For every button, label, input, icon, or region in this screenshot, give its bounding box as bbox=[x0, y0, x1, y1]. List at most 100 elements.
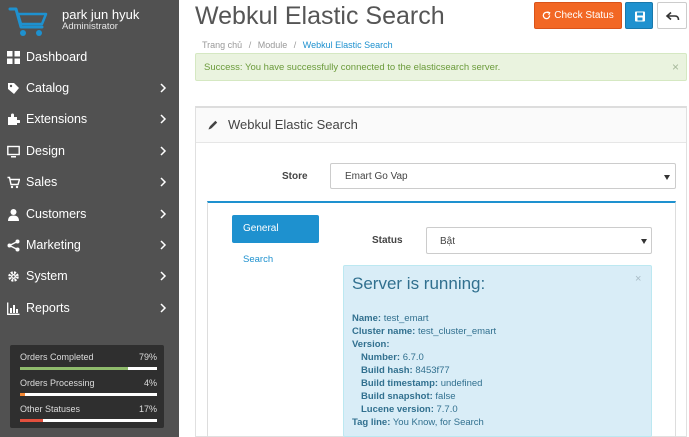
nav-item-design[interactable]: Design bbox=[0, 136, 179, 167]
server-info-alert: Server is running: × Name: test_emart Cl… bbox=[343, 265, 652, 437]
info-value: You Know, for Search bbox=[392, 417, 484, 428]
status-label: Status bbox=[372, 235, 403, 246]
stat-progress-track bbox=[20, 393, 157, 396]
caret-down-icon bbox=[641, 239, 647, 244]
info-key: Build snapshot: bbox=[361, 391, 433, 402]
check-status-button[interactable]: Check Status bbox=[534, 2, 622, 29]
stat-value: 4% bbox=[143, 378, 157, 388]
info-value: 7.7.0 bbox=[436, 404, 458, 415]
nav-label-catalog: Catalog bbox=[26, 81, 70, 95]
info-key: Tag line: bbox=[352, 417, 391, 428]
reply-icon bbox=[665, 11, 680, 21]
nav-label-reports: Reports bbox=[26, 301, 70, 315]
caret-down-icon bbox=[664, 175, 670, 180]
info-key: Build timestamp: bbox=[361, 378, 439, 389]
nav-label-system: System bbox=[26, 269, 68, 283]
stat-progress-fill bbox=[20, 419, 44, 422]
stat-label: Other Statuses bbox=[20, 404, 81, 414]
nav-item-sales[interactable]: Sales bbox=[0, 167, 179, 198]
page-title: Webkul Elastic Search bbox=[195, 2, 445, 30]
cart-logo-icon bbox=[8, 7, 48, 36]
info-snapshot-row: Build snapshot: false bbox=[361, 391, 456, 402]
stat-label: Orders Processing bbox=[20, 378, 95, 388]
close-icon[interactable]: × bbox=[635, 273, 641, 285]
chevron-right-icon bbox=[160, 240, 167, 250]
stat-label: Orders Completed bbox=[20, 352, 94, 362]
pencil-icon bbox=[208, 120, 218, 130]
stat-progress-track bbox=[20, 367, 157, 370]
chevron-right-icon bbox=[160, 114, 167, 124]
bar-chart-icon bbox=[7, 302, 20, 315]
info-value: test_emart bbox=[383, 313, 429, 324]
chevron-right-icon bbox=[160, 209, 167, 219]
info-lucene-row: Lucene version: 7.7.0 bbox=[361, 404, 458, 415]
back-button[interactable] bbox=[657, 2, 687, 29]
stat-progress-fill bbox=[20, 393, 26, 396]
profile-header[interactable]: park jun hyuk Administrator bbox=[0, 0, 179, 42]
info-hash-row: Build hash: 8453f77 bbox=[361, 365, 450, 376]
stat-other-statuses: Other Statuses 17% bbox=[20, 404, 157, 428]
tab-general-label: General bbox=[243, 223, 279, 234]
info-key: Version: bbox=[352, 339, 390, 350]
info-cluster-row: Cluster name: test_cluster_emart bbox=[352, 326, 496, 337]
store-select[interactable]: Emart Go Vap bbox=[330, 163, 676, 189]
tab-general[interactable]: General bbox=[232, 215, 319, 243]
info-key: Cluster name: bbox=[352, 326, 416, 337]
stat-orders-completed: Orders Completed 79% bbox=[20, 352, 157, 376]
stat-value: 79% bbox=[138, 352, 157, 362]
server-status-title: Server is running: bbox=[352, 274, 486, 293]
dashboard-icon bbox=[7, 51, 20, 64]
puzzle-icon bbox=[8, 113, 20, 125]
nav-label-extensions: Extensions bbox=[26, 112, 88, 126]
info-value: 6.7.0 bbox=[402, 352, 424, 363]
nav-item-catalog[interactable]: Catalog bbox=[0, 73, 179, 104]
breadcrumb-item[interactable]: Module bbox=[258, 40, 288, 50]
breadcrumb-item[interactable]: Webkul Elastic Search bbox=[303, 40, 393, 50]
profile-role: Administrator bbox=[62, 21, 118, 32]
chevron-right-icon bbox=[160, 146, 167, 156]
nav-label-sales: Sales bbox=[26, 175, 58, 189]
chevron-right-icon bbox=[160, 177, 167, 187]
nav-item-system[interactable]: System bbox=[0, 261, 179, 292]
info-value: undefined bbox=[440, 378, 483, 389]
nav-item-extensions[interactable]: Extensions bbox=[0, 104, 179, 135]
info-key: Number: bbox=[361, 352, 401, 363]
panel-heading: Webkul Elastic Search bbox=[196, 108, 686, 143]
check-status-label: Check Status bbox=[554, 10, 614, 21]
close-icon[interactable]: × bbox=[672, 60, 679, 74]
nav-label-marketing: Marketing bbox=[26, 238, 81, 252]
refresh-icon bbox=[542, 11, 551, 20]
stat-value: 17% bbox=[138, 404, 157, 414]
nav-label-dashboard: Dashboard bbox=[26, 50, 88, 64]
info-number-row: Number: 6.7.0 bbox=[361, 352, 424, 363]
save-button[interactable] bbox=[625, 2, 653, 29]
profile-name[interactable]: park jun hyuk bbox=[62, 7, 139, 22]
nav-item-customers[interactable]: Customers bbox=[0, 199, 179, 230]
info-key: Build hash: bbox=[361, 365, 413, 376]
info-value: test_cluster_emart bbox=[418, 326, 497, 337]
store-select-value: Emart Go Vap bbox=[345, 171, 408, 182]
store-label: Store bbox=[282, 171, 308, 182]
breadcrumb-item[interactable]: Trang chủ bbox=[202, 40, 242, 50]
monitor-icon bbox=[7, 145, 20, 158]
nav-item-marketing[interactable]: Marketing bbox=[0, 230, 179, 261]
tab-search[interactable]: Search bbox=[243, 254, 273, 265]
success-alert: Success: You have successfully connected… bbox=[195, 53, 687, 81]
nav-item-dashboard[interactable]: Dashboard bbox=[0, 42, 179, 73]
nav-label-design: Design bbox=[26, 144, 65, 158]
cart-icon bbox=[7, 176, 20, 189]
stat-progress-track bbox=[20, 419, 157, 422]
gear-icon bbox=[8, 271, 19, 282]
panel-title: Webkul Elastic Search bbox=[228, 117, 358, 132]
info-tagline-row: Tag line: You Know, for Search bbox=[352, 417, 484, 428]
breadcrumb: Trang chủ / Module / Webkul Elastic Sear… bbox=[202, 40, 393, 50]
nav-item-reports[interactable]: Reports bbox=[0, 293, 179, 324]
sidebar: park jun hyuk Administrator Dashboard Ca… bbox=[0, 0, 179, 437]
tag-icon bbox=[8, 83, 19, 94]
info-name-row: Name: test_emart bbox=[352, 313, 429, 324]
info-value: 8453f77 bbox=[415, 365, 450, 376]
status-select[interactable]: Bật bbox=[426, 227, 652, 254]
order-stats-panel: Orders Completed 79% Orders Processing 4… bbox=[10, 345, 164, 428]
share-icon bbox=[7, 239, 20, 252]
alert-text: Success: You have successfully connected… bbox=[204, 62, 501, 73]
